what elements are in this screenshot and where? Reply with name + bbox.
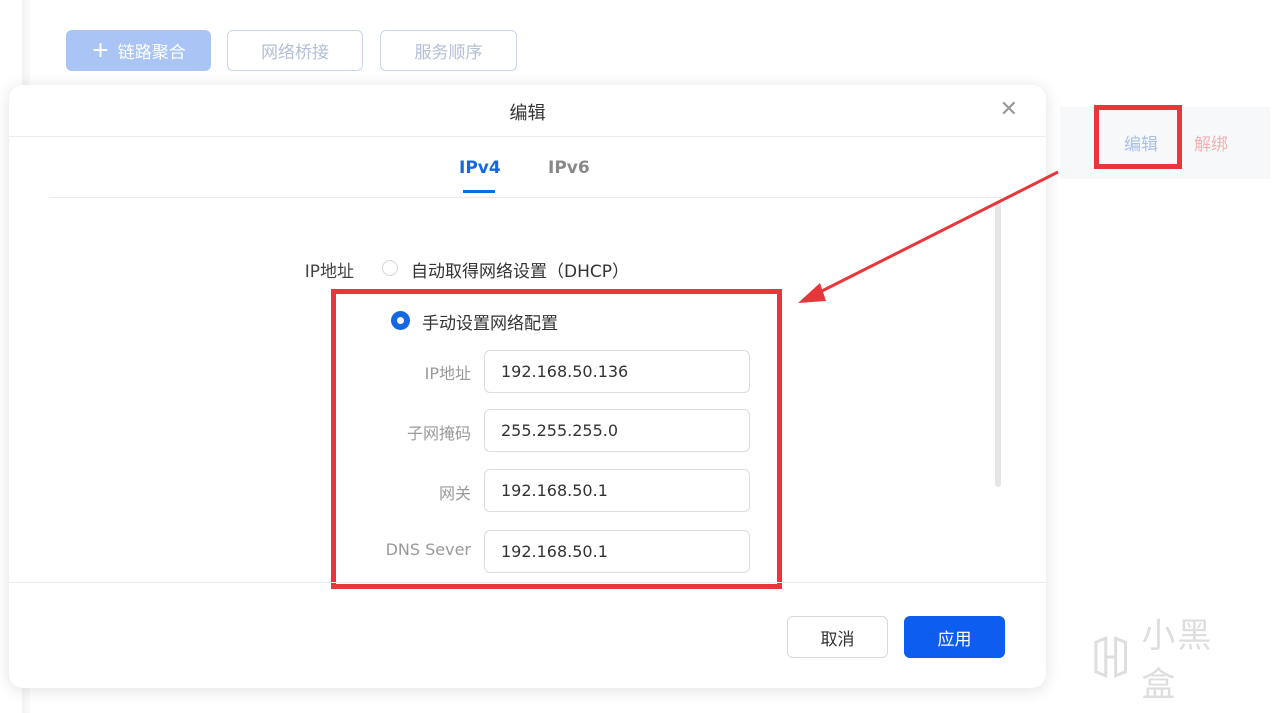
arrow-head bbox=[798, 283, 826, 303]
watermark: 小黑盒 bbox=[1088, 616, 1248, 705]
arrow-line bbox=[811, 170, 1059, 298]
watermark-text: 小黑盒 bbox=[1141, 616, 1214, 705]
watermark-logo-icon bbox=[1094, 636, 1127, 678]
annotation-arrow bbox=[798, 170, 1059, 303]
